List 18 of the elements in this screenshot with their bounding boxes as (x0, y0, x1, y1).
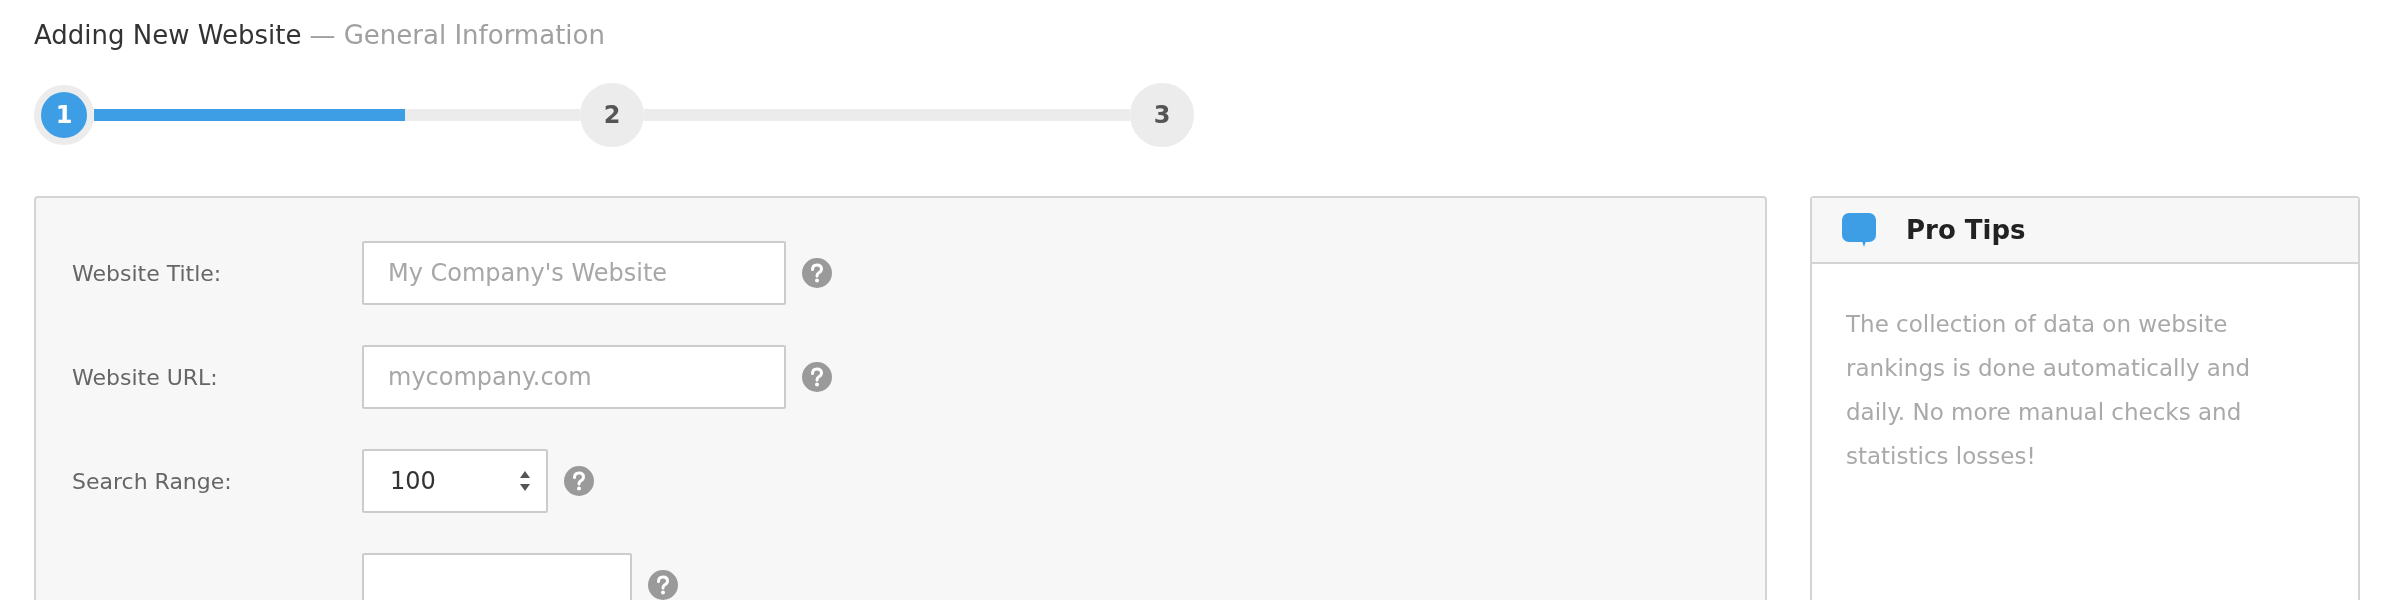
help-icon[interactable] (802, 258, 832, 288)
text-field[interactable]: mycompany.com (362, 345, 786, 409)
tips-text: The collection of data on website rankings is done automatically and daily. No more manual checks and statistics losses! (1846, 310, 2252, 471)
page-subtitle: — General Information (309, 20, 605, 50)
step-circle[interactable]: 2 (580, 83, 644, 147)
page-title: Adding New Website (34, 20, 302, 50)
field-label: Search Range: (72, 468, 233, 494)
number-field[interactable]: 100 (362, 449, 548, 513)
help-icon[interactable] (802, 362, 832, 392)
select-field[interactable] (362, 553, 632, 600)
text-field[interactable]: My Company's Website (362, 241, 786, 305)
speech-bubble-icon (1842, 213, 1876, 247)
help-icon[interactable] (648, 570, 678, 600)
help-icon[interactable] (564, 466, 594, 496)
field-label: Website Title: (72, 260, 223, 286)
step-circle[interactable]: 3 (1130, 83, 1194, 147)
tips-title: Pro Tips (1906, 215, 2026, 245)
field-label: Website URL: (72, 364, 219, 390)
